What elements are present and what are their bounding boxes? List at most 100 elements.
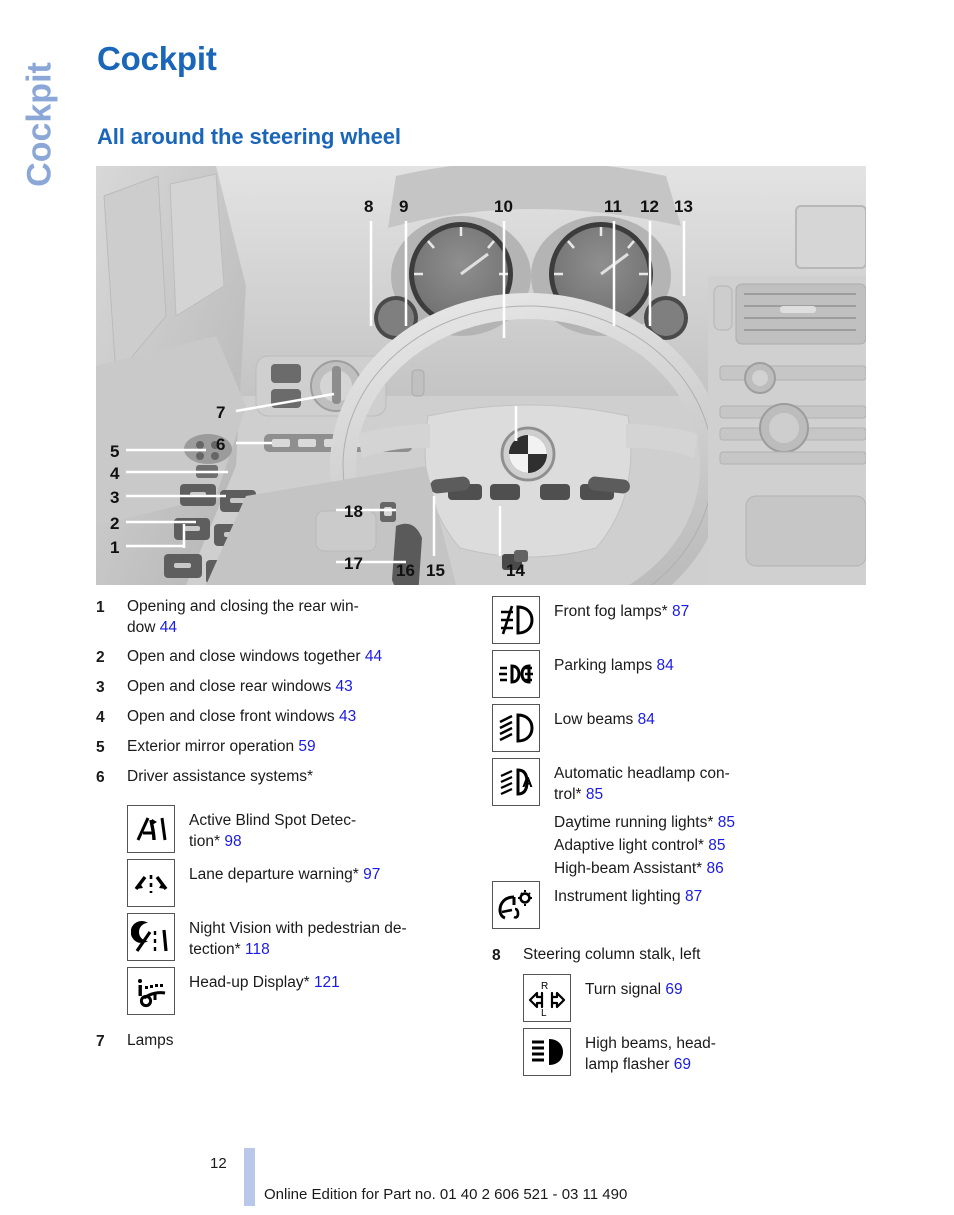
svg-text:15: 15	[426, 561, 445, 580]
legend-label: Lamps	[127, 1032, 174, 1049]
legend-number: 5	[96, 739, 105, 756]
page-reference[interactable]: 44	[365, 648, 382, 665]
page-reference[interactable]: 121	[314, 974, 340, 991]
driver-assistance-label: Lane departure warning*	[189, 866, 359, 883]
page-reference[interactable]: 87	[672, 603, 689, 620]
driver-assistance-item-hud: Head-up Display* 121	[96, 967, 516, 1015]
driver-assistance-item-night-vision: Night Vision with pedestrian de- tection…	[96, 913, 516, 961]
svg-text:6: 6	[216, 435, 225, 454]
legend-label: Open and close rear windows	[127, 678, 332, 695]
cockpit-photo: 8 9 10 11 12 13 5 4 3 2 1 7 6 16 15 14 1…	[96, 166, 866, 585]
driver-assistance-text: Lane departure warning* 97	[189, 859, 516, 885]
legend-left-column: 1 Opening and closing the rear win- dow …	[96, 596, 516, 1060]
driver-assistance-label-cont: tection*	[189, 941, 241, 958]
lamp-label: Low beams	[554, 711, 634, 728]
page-reference[interactable]: 84	[638, 711, 655, 728]
legend-label: Open and close front windows	[127, 708, 335, 725]
driver-assistance-label-cont: tion*	[189, 833, 221, 850]
page-reference[interactable]: 84	[657, 657, 674, 674]
page-reference[interactable]: 43	[339, 708, 356, 725]
lamp-label: Automatic headlamp con-	[554, 765, 730, 782]
page-reference[interactable]: 85	[708, 837, 725, 854]
chapter-tab: Cockpit	[0, 0, 96, 260]
page-reference[interactable]: 69	[674, 1056, 691, 1073]
lamp-sub-label: Daytime running lights*	[554, 814, 714, 831]
section-heading: All around the steering wheel	[97, 124, 401, 149]
legend-number: 3	[96, 679, 105, 696]
lamp-subitem-daytime-running: Daytime running lights* 85	[492, 812, 922, 833]
page-reference[interactable]: 44	[160, 619, 177, 636]
svg-text:L: L	[541, 1008, 547, 1018]
svg-text:10: 10	[494, 197, 513, 216]
page-reference[interactable]: 43	[336, 678, 353, 695]
legend-text: Driver assistance systems*	[127, 766, 516, 787]
legend-item-4: 4 Open and close front windows 43	[96, 706, 516, 728]
legend-text: Exterior mirror operation 59	[127, 736, 516, 757]
front-fog-lamps-icon	[492, 596, 540, 644]
page-title: Cockpit	[97, 40, 217, 77]
page-reference[interactable]: 118	[245, 941, 270, 958]
legend-item-5: 5 Exterior mirror operation 59	[96, 736, 516, 758]
stalk-label-cont: lamp flasher	[585, 1056, 670, 1073]
svg-text:1: 1	[110, 538, 119, 557]
svg-text:2: 2	[110, 514, 119, 533]
legend-number: 2	[96, 649, 105, 666]
chapter-tab-label: Cockpit	[20, 62, 59, 187]
legend-label: Steering column stalk, left	[523, 946, 701, 963]
svg-text:8: 8	[364, 197, 373, 216]
head-up-display-icon	[127, 967, 175, 1015]
lamp-text: Automatic headlamp con- trol* 85	[554, 758, 922, 805]
svg-text:13: 13	[674, 197, 693, 216]
lamp-label: Instrument lighting	[554, 888, 681, 905]
lamp-subitem-high-beam-assistant: High-beam Assistant* 86	[492, 858, 922, 879]
stalk-label: Turn signal	[585, 981, 662, 998]
page-reference[interactable]: 59	[298, 738, 315, 755]
stalk-item-high-beams: High beams, head- lamp flasher 69	[492, 1028, 922, 1076]
svg-text:4: 4	[110, 464, 120, 483]
svg-text:5: 5	[110, 442, 119, 461]
lamp-item-automatic-headlamp-control: A Automatic headlamp con- trol* 85	[492, 758, 922, 806]
footer-edition-line: Online Edition for Part no. 01 40 2 606 …	[264, 1186, 628, 1203]
page-reference[interactable]: 98	[224, 833, 241, 850]
lamp-sub-text: High-beam Assistant* 86	[554, 858, 922, 879]
legend-right-column: Front fog lamps* 87 Parking lamps 84 Low…	[492, 596, 922, 1082]
driver-assistance-item-blind-spot: Active Blind Spot Detec- tion* 98	[96, 805, 516, 853]
page-reference[interactable]: 87	[685, 888, 702, 905]
legend-item-3: 3 Open and close rear windows 43	[96, 676, 516, 698]
lamp-sub-label: High-beam Assistant*	[554, 860, 703, 877]
svg-text:14: 14	[506, 561, 525, 580]
svg-text:17: 17	[344, 554, 363, 573]
svg-text:11: 11	[604, 197, 622, 216]
svg-text:R: R	[541, 981, 548, 992]
driver-assistance-item-lane-departure: Lane departure warning* 97	[96, 859, 516, 907]
legend-number: 7	[96, 1033, 105, 1050]
stalk-text: Turn signal 69	[585, 974, 922, 1000]
page-reference[interactable]: 85	[586, 786, 603, 803]
page-reference[interactable]: 69	[665, 981, 682, 998]
lamp-item-front-fog: Front fog lamps* 87	[492, 596, 922, 644]
lamp-text: Front fog lamps* 87	[554, 596, 922, 622]
legend-number: 6	[96, 769, 105, 786]
page-reference[interactable]: 85	[718, 814, 735, 831]
legend-number: 8	[492, 947, 501, 964]
lamp-item-instrument-lighting: Instrument lighting 87	[492, 881, 922, 929]
lamp-sub-label: Adaptive light control*	[554, 837, 704, 854]
lamp-text: Instrument lighting 87	[554, 881, 922, 907]
lamp-sub-text: Daytime running lights* 85	[554, 812, 922, 833]
legend-item-2: 2 Open and close windows together 44	[96, 646, 516, 668]
lamp-label: Parking lamps	[554, 657, 653, 674]
page-number: 12	[210, 1155, 227, 1172]
driver-assistance-label: Head-up Display*	[189, 974, 310, 991]
high-beams-flasher-icon	[523, 1028, 571, 1076]
legend-number: 4	[96, 709, 105, 726]
page-reference[interactable]: 97	[363, 866, 380, 883]
lane-departure-warning-icon	[127, 859, 175, 907]
legend-text: Open and close rear windows 43	[127, 676, 516, 697]
svg-text:A: A	[522, 774, 533, 791]
legend-label: Opening and closing the rear win-	[127, 598, 359, 615]
lamp-item-low-beams: Low beams 84	[492, 704, 922, 752]
page-reference[interactable]: 86	[707, 860, 724, 877]
turn-signal-icon: R L	[523, 974, 571, 1022]
legend-label: Open and close windows together	[127, 648, 361, 665]
lamp-item-parking: Parking lamps 84	[492, 650, 922, 698]
